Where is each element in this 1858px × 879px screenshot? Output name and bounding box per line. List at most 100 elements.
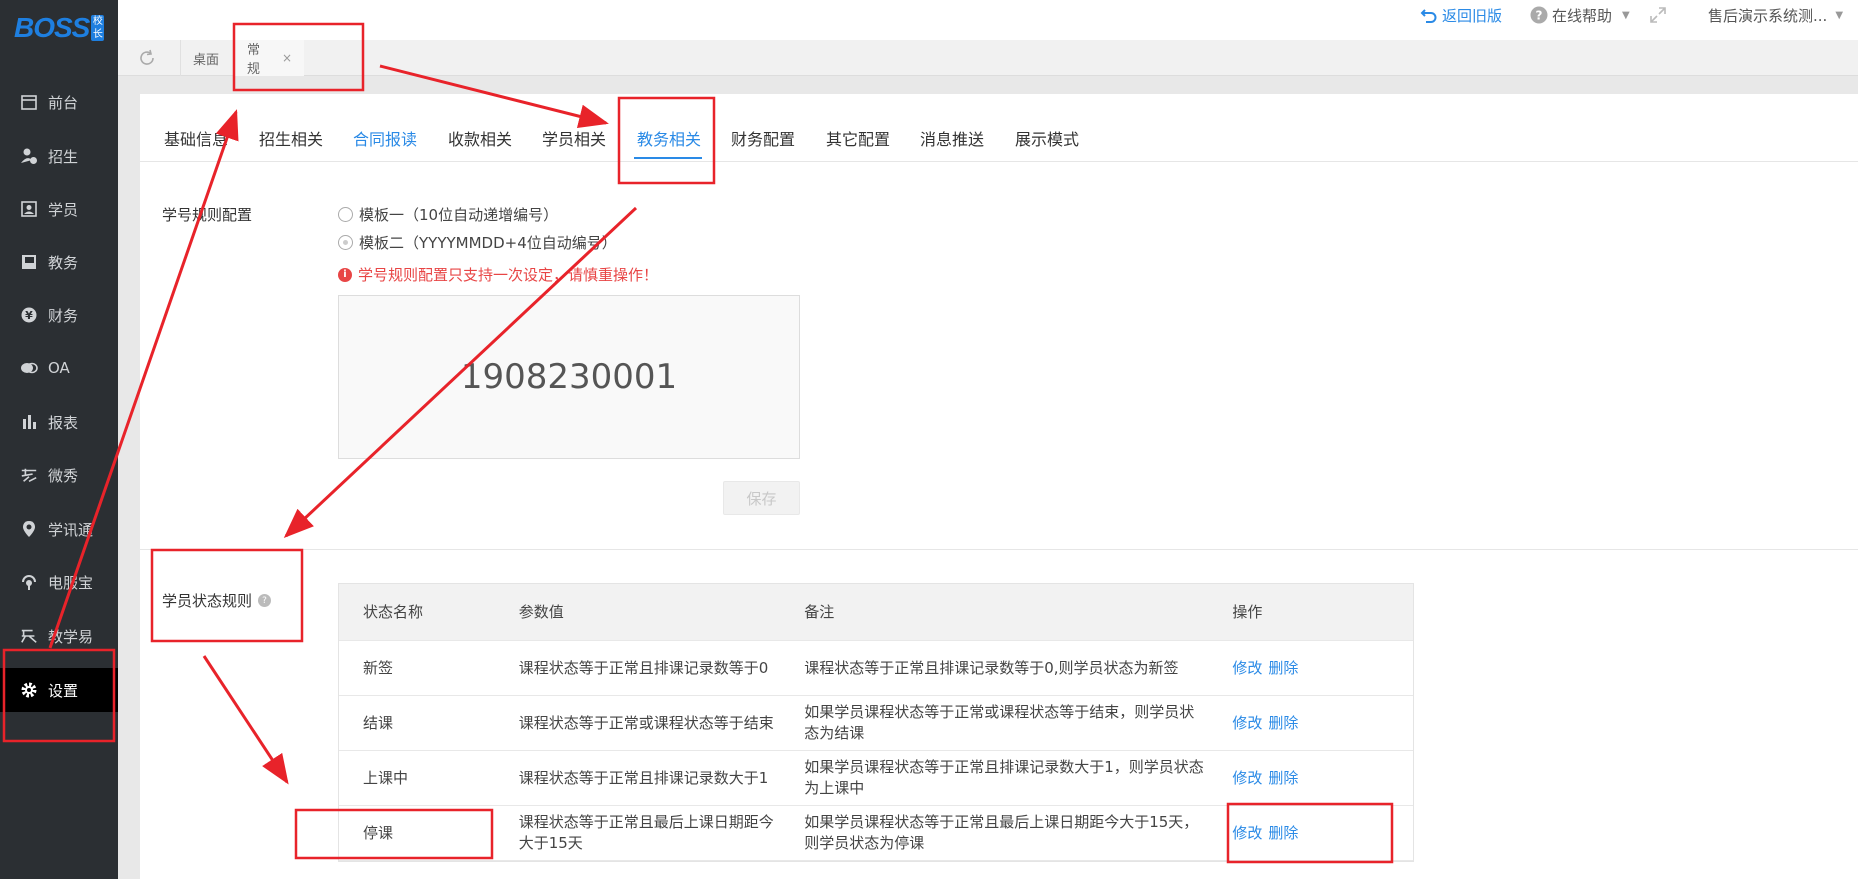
remark: 如果学员课程状态等于正常或课程状态等于结束，则学员状态为结课 [804,703,1195,742]
logo[interactable]: BOSS 校长 [14,12,105,44]
sidebar-item-finance[interactable]: ¥ 财务 [0,293,118,337]
sidebar-item-label: 微秀 [48,466,79,485]
delete-link[interactable]: 删除 [1268,768,1298,789]
column-header: 备注 [804,602,835,621]
bar-chart-icon [20,413,38,431]
sidebar-item-weixiu[interactable]: 微秀 [0,453,118,497]
section-title: 学员状态规则 [162,592,253,610]
sidebar-item-front-desk[interactable]: 前台 [0,80,118,124]
sidebar-item-label: 教学易 [48,627,94,646]
remark: 课程状态等于正常且排课记录数等于0,则学员状态为新签 [804,658,1179,677]
sidebar: BOSS 校长 前台 招生 学员 教务 ¥ 财务 OA 报表 微秀 学讯通 电服… [0,0,118,879]
edit-link[interactable]: 修改 [1232,823,1262,844]
logo-badge: 校长 [91,15,105,41]
chevron-down-icon: ▼ [1622,9,1630,21]
subtab-basic-info[interactable]: 基础信息 [164,126,228,150]
template-one-option[interactable]: 模板一（10位自动递增编号） [338,204,558,225]
sidebar-item-academic[interactable]: 教务 [0,240,118,284]
section-divider [140,549,1858,550]
fullscreen-button[interactable] [1648,4,1668,26]
subtab-enrollment[interactable]: 招生相关 [259,126,323,150]
student-no-preview: 1908230001 [338,295,800,459]
row-actions: 修改 删除 [1218,641,1413,695]
tab-general[interactable]: 常规 × [234,40,304,77]
account-name: 售后演示系统测... [1708,6,1828,25]
param-value: 课程状态等于正常且排课记录数大于1 [518,768,769,787]
template-two-option[interactable]: 模板二（YYYYMMDD+4位自动编号） [338,232,617,253]
row-actions: 修改 删除 [1218,696,1413,750]
subtab-contract[interactable]: 合同报读 [353,126,417,150]
subtab-message-push[interactable]: 消息推送 [920,126,984,150]
save-button[interactable]: 保存 [723,481,800,515]
sidebar-item-label: 财务 [48,306,79,325]
status-rule-table: 状态名称 参数值 备注 操作 新签 课程状态等于正常且排课记录数等于0 课程状态… [338,583,1414,862]
calendar-icon [20,93,38,111]
info-icon: i [338,267,352,282]
status-name: 新签 [363,658,394,677]
delete-link[interactable]: 删除 [1268,713,1298,734]
edit-link[interactable]: 修改 [1232,768,1262,789]
warning-text: 学号规则配置只支持一次设定，请慎重操作！ [358,266,659,284]
edit-link[interactable]: 修改 [1232,713,1262,734]
subtab-finance-config[interactable]: 财务配置 [731,126,795,150]
top-bar: 返回旧版 ? 在线帮助 ▼ 售后演示系统测... ▼ [118,0,1858,40]
sidebar-item-settings[interactable]: 设置 [0,668,118,712]
online-help-menu[interactable]: ? 在线帮助 ▼ [1530,4,1630,26]
sidebar-item-reports[interactable]: 报表 [0,400,118,444]
tab-label: 桌面 [193,52,220,68]
tab-label: 常规 [247,43,261,77]
gear-icon [20,681,38,699]
option-label: 模板二（YYYYMMDD+4位自动编号） [359,234,617,252]
subtab-other-config[interactable]: 其它配置 [826,126,890,150]
account-menu[interactable]: 售后演示系统测... ▼ [1708,4,1843,26]
radio-button[interactable] [338,207,353,222]
page-tab-strip: 桌面 常规 × [118,40,1858,77]
question-icon[interactable]: ? [258,594,272,607]
subtab-display-mode[interactable]: 展示模式 [1015,126,1079,150]
logo-text: BOSS [14,12,90,43]
active-subtab-indicator [634,157,702,159]
yen-icon: ¥ [20,306,38,324]
subtab-payment[interactable]: 收款相关 [448,126,512,150]
sidebar-item-xuexuntong[interactable]: 学讯通 [0,507,118,551]
sidebar-item-students[interactable]: 学员 [0,187,118,231]
subtab-academic[interactable]: 教务相关 [637,126,701,150]
sidebar-item-dianfubao[interactable]: 电服宝 [0,560,118,604]
settings-subtabs: 基础信息 招生相关 合同报读 收款相关 学员相关 教务相关 财务配置 其它配置 … [140,94,1858,162]
option-label: 模板一（10位自动递增编号） [359,206,559,224]
warning-message: i 学号规则配置只支持一次设定，请慎重操作！ [338,264,658,285]
subtab-student[interactable]: 学员相关 [542,126,606,150]
table-row: 上课中 课程状态等于正常且排课记录数大于1 如果学员课程状态等于正常且排课记录数… [339,751,1413,806]
svg-text:?: ? [1536,9,1543,23]
svg-text:¥: ¥ [25,309,33,322]
settings-panel: 基础信息 招生相关 合同报读 收款相关 学员相关 教务相关 财务配置 其它配置 … [140,94,1858,879]
return-old-version-link[interactable]: 返回旧版 [1420,4,1502,26]
sidebar-item-enrollment[interactable]: 招生 [0,134,118,178]
sidebar-item-jiaoxueyi[interactable]: 教学易 [0,614,118,658]
column-header: 操作 [1232,602,1263,621]
row-actions: 修改 删除 [1218,806,1413,860]
delete-link[interactable]: 删除 [1268,658,1298,679]
status-name: 停课 [363,823,394,842]
chevron-down-icon: ▼ [1835,9,1844,21]
delete-link[interactable]: 删除 [1268,823,1298,844]
sidebar-item-oa[interactable]: OA [0,346,118,390]
tab-desktop[interactable]: 桌面 [180,40,232,76]
remark: 如果学员课程状态等于正常且最后上课日期距今大于15天，则学员状态为停课 [804,813,1199,852]
help-icon: ? [1530,6,1548,24]
user-add-icon [20,147,38,165]
sidebar-item-label: 学员 [48,200,79,219]
edit-link[interactable]: 修改 [1232,658,1262,679]
status-name: 上课中 [363,768,409,787]
sidebar-item-label: 招生 [48,147,79,166]
param-value: 课程状态等于正常或课程状态等于结束 [518,713,774,732]
sidebar-item-label: 设置 [48,681,79,700]
radio-button[interactable] [338,235,353,250]
table-row: 新签 课程状态等于正常且排课记录数等于0 课程状态等于正常且排课记录数等于0,则… [339,641,1413,696]
student-no-rule-label: 学号规则配置 [162,206,253,224]
signal-icon [20,573,38,591]
close-icon[interactable]: × [282,51,292,65]
table-row: 停课 课程状态等于正常且最后上课日期距今大于15天 如果学员课程状态等于正常且最… [339,806,1413,861]
sidebar-item-label: 教务 [48,253,79,272]
refresh-icon[interactable] [138,49,156,67]
